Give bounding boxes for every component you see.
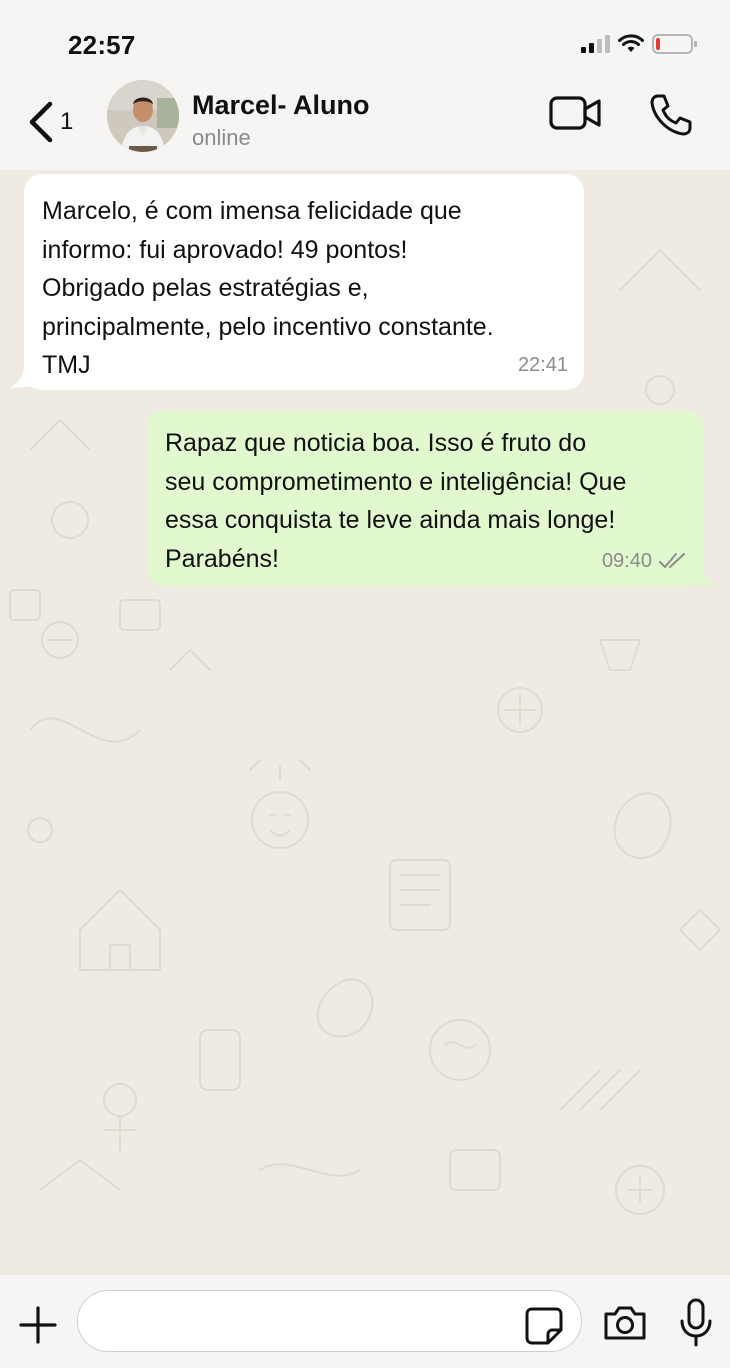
attach-button[interactable] [18, 1305, 58, 1345]
video-call-button[interactable] [548, 94, 604, 134]
status-time: 22:57 [68, 30, 136, 60]
message-meta: 22:41 [518, 346, 568, 385]
camera-icon [604, 1306, 646, 1340]
battery-low-icon [652, 34, 697, 54]
chat-area[interactable]: Marcelo, é com imensa felicidade que inf… [0, 170, 730, 1275]
message-time: 22:41 [517, 353, 568, 376]
microphone-icon [680, 1298, 712, 1347]
wifi-icon [618, 34, 644, 52]
double-check-icon [659, 552, 685, 568]
incoming-message[interactable]: Marcelo, é com imensa felicidade que inf… [24, 174, 584, 390]
status-icons [581, 30, 698, 58]
avatar-image [107, 80, 179, 152]
back-button[interactable]: 1 [26, 92, 96, 152]
message-time: 09:40 [601, 549, 652, 572]
voice-call-button[interactable] [648, 92, 694, 138]
phone-icon [650, 94, 692, 136]
sticker-icon [525, 1307, 563, 1345]
outgoing-message[interactable]: Rapaz que noticia boa. Isso é fruto do s… [147, 410, 704, 586]
camera-button[interactable] [602, 1303, 648, 1343]
unread-count: 1 [60, 108, 74, 135]
contact-status: online [192, 125, 251, 150]
cellular-signal-icon [581, 35, 610, 53]
microphone-button[interactable] [678, 1297, 714, 1349]
message-input[interactable] [77, 1290, 582, 1352]
contact-name[interactable]: Marcel- Aluno [192, 90, 370, 121]
chat-header: 1 Marcel- Aluno online [0, 80, 730, 170]
message-text: Marcelo, é com imensa felicidade que inf… [42, 197, 494, 379]
sticker-button[interactable] [524, 1306, 564, 1346]
avatar[interactable] [107, 80, 179, 152]
chevron-left-icon [29, 101, 53, 143]
message-input-bar [0, 1275, 730, 1368]
status-bar: 22:57 [0, 0, 730, 80]
message-meta: 09:40 [602, 542, 688, 581]
plus-icon [19, 1306, 57, 1344]
video-camera-icon [549, 96, 601, 130]
